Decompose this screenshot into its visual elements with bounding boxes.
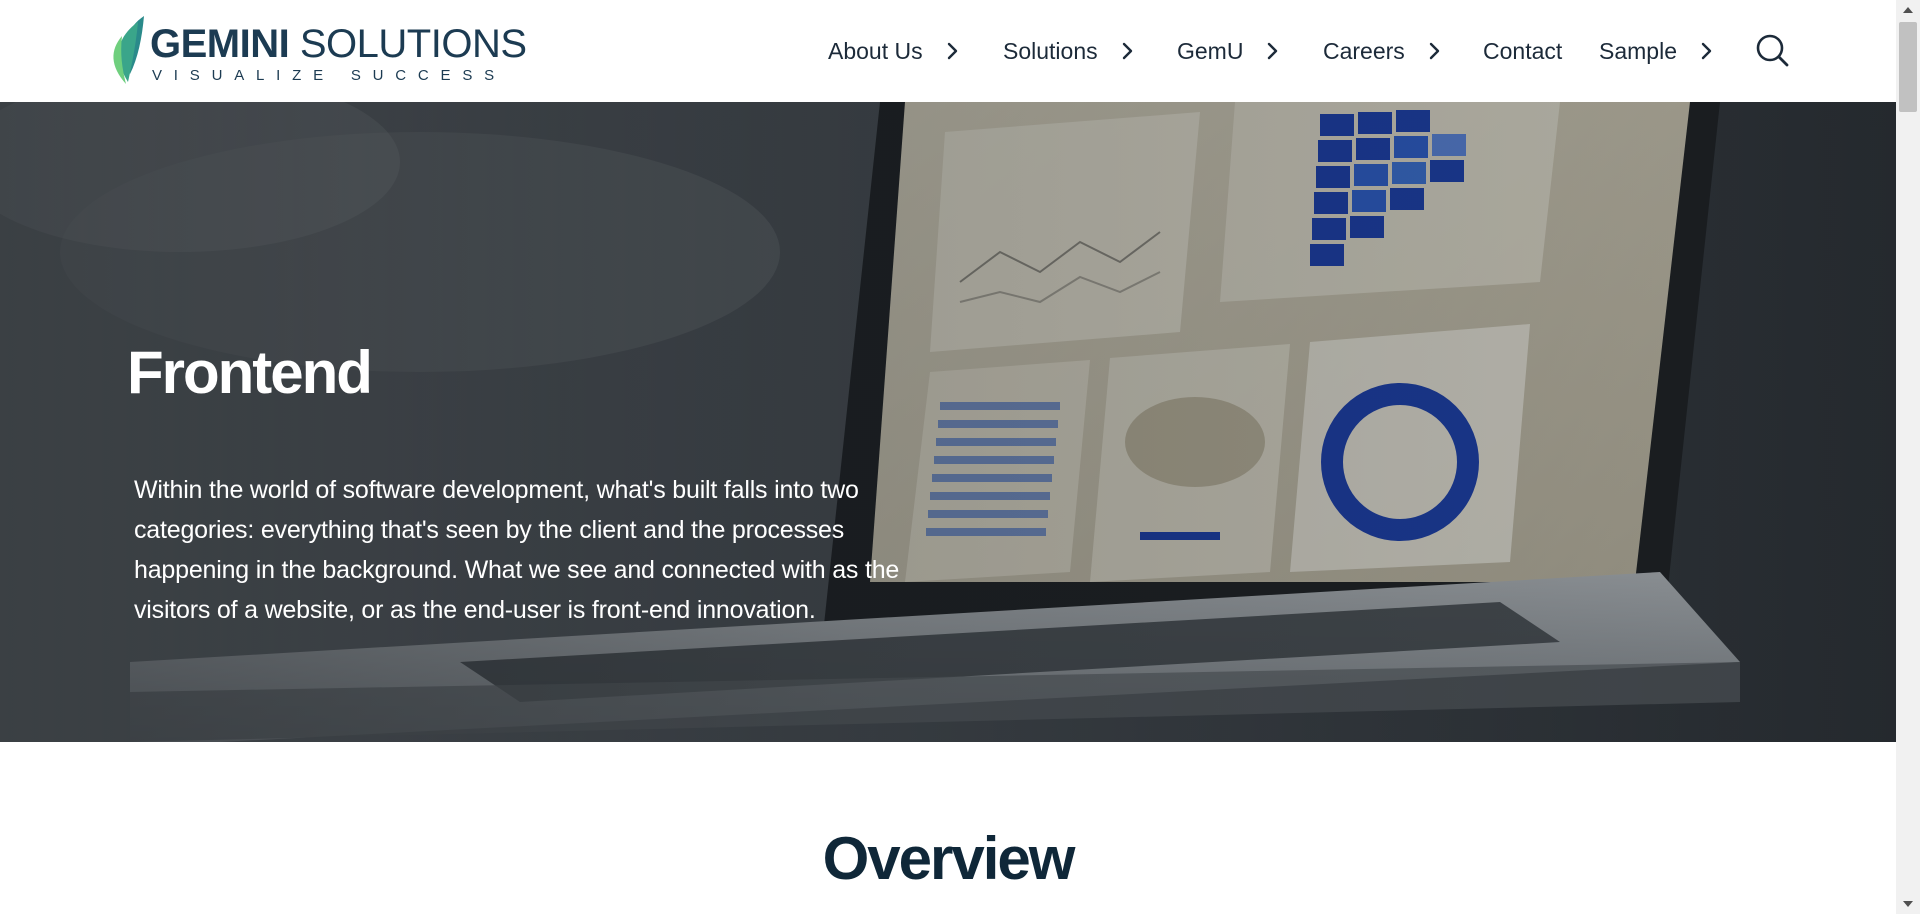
- hero-description: Within the world of software development…: [134, 476, 900, 624]
- nav-item-label: GemU: [1177, 37, 1244, 64]
- nav-item-label: Careers: [1323, 37, 1405, 64]
- nav-item-sample[interactable]: Sample: [1599, 36, 1717, 66]
- hero-banner: Frontend Within the world of software de…: [0, 102, 1896, 742]
- site-header: GEMINI SOLUTIONS VISUALIZE SUCCESS About…: [0, 0, 1896, 102]
- nav-item-gemu[interactable]: GemU: [1177, 36, 1283, 66]
- nav-item-contact[interactable]: Contact: [1483, 36, 1562, 66]
- scrollbar-thumb[interactable]: [1899, 22, 1917, 112]
- scroll-up-arrow-icon[interactable]: [1896, 0, 1920, 20]
- page-scrollbar[interactable]: [1896, 0, 1920, 914]
- nav-item-solutions[interactable]: Solutions: [1003, 36, 1138, 66]
- hero-title: Frontend: [127, 339, 373, 406]
- hero-dark-overlay: [0, 102, 1896, 742]
- nav-item-about-us[interactable]: About Us: [828, 36, 963, 66]
- chevron-right-icon[interactable]: [1423, 40, 1445, 62]
- chevron-right-icon[interactable]: [1261, 40, 1283, 62]
- nav-item-label: Sample: [1599, 37, 1677, 64]
- chevron-right-icon[interactable]: [1695, 40, 1717, 62]
- nav-item-careers[interactable]: Careers: [1323, 36, 1445, 66]
- chevron-right-icon[interactable]: [1116, 40, 1138, 62]
- nav-item-label: Solutions: [1003, 37, 1098, 64]
- nav-item-label: About Us: [828, 37, 923, 64]
- main-navigation: About Us Solutions GemU Careers Contact: [0, 0, 1896, 102]
- nav-item-label: Contact: [1483, 37, 1563, 64]
- overview-heading: Overview: [822, 825, 1076, 892]
- search-icon[interactable]: [1755, 33, 1789, 67]
- chevron-right-icon[interactable]: [941, 40, 963, 62]
- scroll-down-arrow-icon[interactable]: [1896, 894, 1920, 914]
